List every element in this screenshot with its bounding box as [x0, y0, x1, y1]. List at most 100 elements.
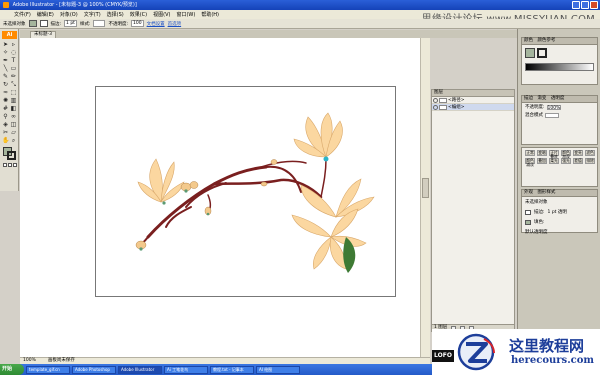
blend-mode-cell[interactable]: 排除 [585, 158, 595, 164]
fill-swatch-control[interactable] [28, 20, 37, 27]
menu-window[interactable]: 窗口(W) [176, 11, 195, 18]
stroke-color-swatch[interactable] [7, 151, 16, 160]
magnolia-artwork[interactable] [96, 87, 396, 297]
taskbar-item[interactable]: template_gif.cn [26, 365, 70, 374]
menu-object[interactable]: 对象(O) [60, 11, 78, 18]
fill-stroke-selector[interactable] [3, 147, 16, 160]
none-mode-button[interactable] [13, 163, 17, 167]
scissors-tool-icon[interactable]: ✂ [2, 129, 9, 136]
paintbrush-tool-icon[interactable]: ✎ [2, 73, 9, 80]
color-panel-tabs: 颜色 颜色参考 [522, 38, 597, 45]
maximize-button[interactable] [581, 1, 589, 9]
graph-tool-icon[interactable]: ▥ [10, 97, 17, 104]
blend-mode-cell[interactable]: 柔光 [549, 158, 559, 164]
blend-tool-icon[interactable]: ∞ [10, 113, 17, 120]
blend-mode-cell[interactable]: 叠加 [537, 158, 547, 164]
stroke-mini-swatch [525, 209, 531, 215]
tab-appearance[interactable]: 外观 [524, 190, 533, 195]
rotate-tool-icon[interactable]: ↻ [2, 81, 9, 88]
type-tool-icon[interactable]: T [10, 57, 17, 64]
canvas[interactable] [20, 38, 430, 357]
menu-type[interactable]: 文字(T) [84, 11, 101, 18]
layer-row[interactable]: <编组> [432, 104, 514, 111]
vertical-scrollbar[interactable] [420, 38, 430, 357]
warp-tool-icon[interactable]: ≈ [2, 89, 9, 96]
eyedropper-tool-icon[interactable]: ⚲ [2, 113, 9, 120]
tab-color-guide[interactable]: 颜色参考 [537, 38, 555, 43]
pencil-tool-icon[interactable]: ✏ [10, 73, 17, 80]
tab-color[interactable]: 颜色 [524, 38, 533, 43]
illustrator-app-icon [3, 1, 9, 8]
blend-mode-cell[interactable]: 滤色 [585, 150, 595, 156]
scale-tool-icon[interactable]: ⤡ [10, 81, 17, 88]
tab-graphic-styles[interactable]: 图形样式 [537, 190, 555, 195]
preferences-button[interactable]: 首选项 [168, 21, 182, 27]
zoom-tool-icon[interactable]: ⌕ [10, 137, 17, 144]
color-spectrum[interactable] [525, 63, 594, 71]
document-setup-button[interactable]: 文档设置 [147, 21, 165, 27]
vertical-scroll-thumb[interactable] [422, 178, 429, 198]
taskbar-item[interactable]: Ai 工笔花鸟 [164, 365, 208, 374]
default-opacity-row[interactable]: 默认透明度 [522, 227, 597, 237]
blend-mode-cell[interactable]: 变暗 [537, 150, 547, 156]
direct-selection-tool-icon[interactable]: ▹ [10, 41, 17, 48]
taskbar-item[interactable]: Adobe Photoshop [72, 365, 116, 374]
eraser-tool-icon[interactable]: ▱ [10, 129, 17, 136]
color-fill-swatch[interactable] [525, 48, 535, 58]
stroke-swatch-control[interactable] [39, 20, 48, 27]
menu-view[interactable]: 视图(V) [153, 11, 170, 18]
slice-tool-icon[interactable]: ◫ [10, 121, 17, 128]
blend-mode-cell[interactable]: 变亮 [573, 150, 583, 156]
blend-mode-cell[interactable]: 正常 [525, 150, 535, 156]
tab-stroke[interactable]: 描边 [524, 96, 533, 101]
menu-edit[interactable]: 编辑(E) [37, 11, 54, 18]
lofo-badge: LOFO [432, 350, 454, 362]
color-mode-button[interactable] [3, 163, 7, 167]
taskbar-item[interactable]: AI 绘图 [256, 365, 300, 374]
line-tool-icon[interactable]: ╲ [2, 65, 9, 72]
selection-tool-icon[interactable]: ➤ [2, 41, 9, 48]
layer-row[interactable]: <路径> [432, 97, 514, 104]
appearance-stroke-row[interactable]: 描边: 1 pt 透明 [522, 207, 597, 217]
mesh-tool-icon[interactable]: # [2, 105, 9, 112]
layers-panel-header[interactable]: 图层 [432, 90, 514, 97]
symbol-sprayer-tool-icon[interactable]: ✺ [2, 97, 9, 104]
taskbar-item[interactable]: 教程.txt - 记事本 [210, 365, 254, 374]
appearance-fill-row[interactable]: 填色: [522, 217, 597, 227]
blend-mode-cell[interactable]: 颜色减淡 [525, 158, 535, 167]
opacity-field[interactable]: 100 [131, 20, 144, 27]
start-button[interactable]: 开始 [0, 364, 24, 375]
menu-select[interactable]: 选择(S) [107, 11, 124, 18]
lasso-tool-icon[interactable]: ◌ [10, 49, 17, 56]
tab-gradient[interactable]: 渐变 [537, 96, 546, 101]
hand-tool-icon[interactable]: ✋ [2, 137, 9, 144]
menu-help[interactable]: 帮助(H) [201, 11, 219, 18]
blend-mode-cell[interactable]: 正片叠底 [549, 150, 559, 159]
menu-file[interactable]: 文件(F) [14, 11, 31, 18]
tab-transparency[interactable]: 透明度 [551, 96, 565, 101]
blend-mode-dropdown[interactable] [545, 112, 559, 118]
magic-wand-tool-icon[interactable]: ✧ [2, 49, 9, 56]
minimize-button[interactable] [572, 1, 580, 9]
artboard[interactable] [95, 86, 396, 297]
tool-grid: ➤ ▹ ✧ ◌ ✒ T ╲ ▭ ✎ ✏ ↻ ⤡ ≈ ⬚ ✺ ▥ # ◧ ⚲ ∞ … [2, 41, 17, 144]
document-tab[interactable]: 未标题-3 [30, 31, 56, 38]
gradient-tool-icon[interactable]: ◧ [10, 105, 17, 112]
opacity-field[interactable]: 100% [546, 104, 561, 111]
blend-mode-cell[interactable]: 差值 [573, 158, 583, 164]
blend-mode-cell[interactable]: 强光 [561, 158, 571, 164]
gradient-mode-button[interactable] [8, 163, 12, 167]
free-transform-tool-icon[interactable]: ⬚ [10, 89, 17, 96]
menu-effect[interactable]: 效果(C) [130, 11, 147, 18]
taskbar-item[interactable]: Adobe Illustrator [118, 365, 162, 374]
close-button[interactable] [590, 1, 598, 9]
eye-icon[interactable] [433, 104, 438, 110]
live-paint-tool-icon[interactable]: ◈ [2, 121, 9, 128]
eye-icon[interactable] [433, 97, 438, 103]
style-dropdown[interactable] [93, 20, 106, 27]
color-stroke-swatch[interactable] [537, 48, 547, 58]
blend-mode-cell[interactable]: 颜色加深 [561, 150, 571, 159]
rectangle-tool-icon[interactable]: ▭ [10, 65, 17, 72]
pen-tool-icon[interactable]: ✒ [2, 57, 9, 64]
stroke-weight-dropdown[interactable]: 1 pt [64, 20, 77, 27]
